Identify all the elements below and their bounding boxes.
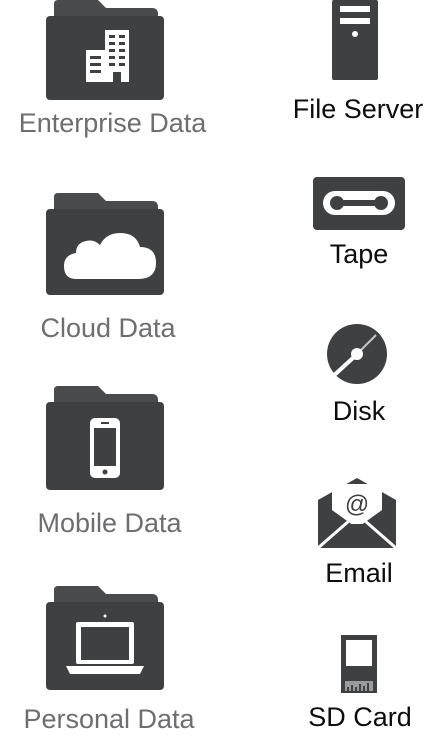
sd-card-label: SD Card [308, 702, 412, 732]
tape-label: Tape [329, 239, 389, 269]
svg-text:@: @ [345, 491, 369, 518]
personal-data-label: Personal Data [23, 704, 195, 734]
cloud-data-label: Cloud Data [40, 313, 176, 343]
sd-card-icon [341, 635, 377, 693]
enterprise-data-label: Enterprise Data [18, 108, 207, 138]
server-icon [332, 0, 378, 80]
building-folder-icon [46, 0, 164, 100]
disk-icon [327, 324, 387, 384]
laptop-folder-icon [46, 586, 164, 690]
mobile-data-label: Mobile Data [37, 508, 182, 538]
email-label: Email [325, 558, 393, 588]
tape-icon [313, 177, 405, 230]
mobile-folder-icon [46, 386, 164, 490]
cloud-folder-icon [46, 193, 164, 295]
email-icon: @ [318, 478, 396, 548]
disk-label: Disk [332, 396, 386, 426]
file-server-label: File Server [292, 94, 424, 124]
